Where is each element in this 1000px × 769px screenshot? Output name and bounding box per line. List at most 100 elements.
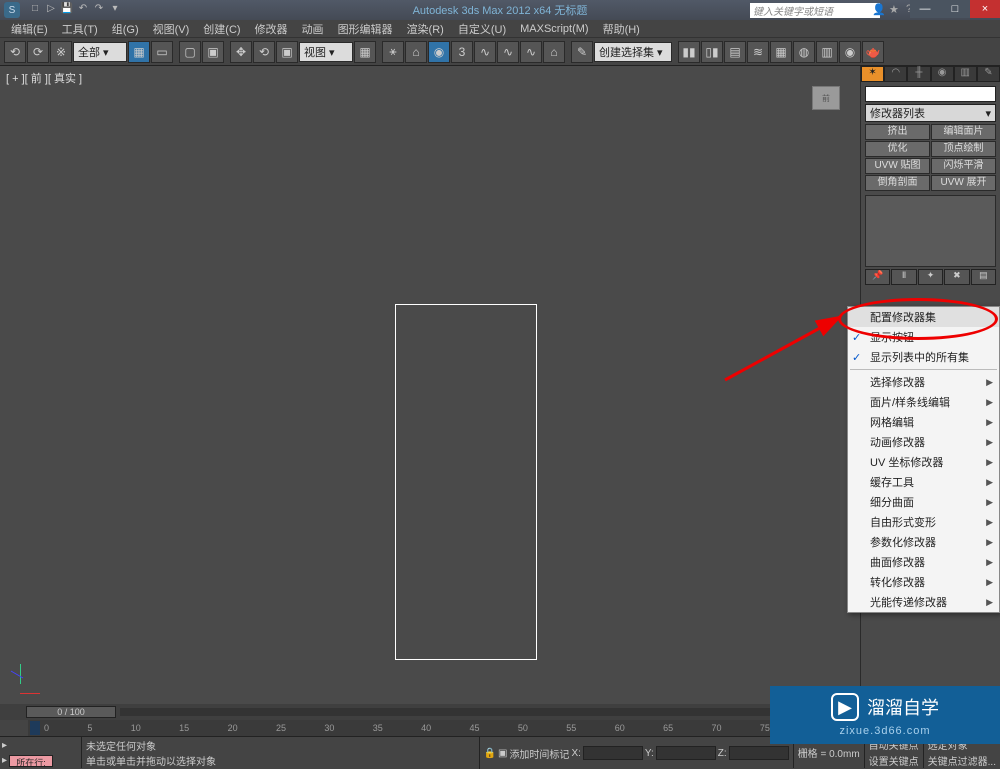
layers-icon[interactable]: ▤ [724,41,746,63]
qat-more-icon[interactable]: ▾ [108,3,122,17]
setkey-button[interactable]: 设置关键点 [869,753,919,768]
render-icon[interactable]: 🫖 [862,41,884,63]
time-slider[interactable]: 0 / 100 [26,706,116,718]
snap-icon[interactable]: ∿ [520,41,542,63]
window-crossing-icon[interactable]: ▣ [202,41,224,63]
qat-new-icon[interactable]: □ [28,3,42,17]
material-editor-icon[interactable]: ◍ [793,41,815,63]
maximize-button[interactable]: □ [940,0,970,18]
menu-tools[interactable]: 工具(T) [55,21,105,37]
link-icon[interactable]: ⟲ [4,41,26,63]
mod-bevelprofile[interactable]: 倒角剖面 [865,175,930,191]
add-time-tag[interactable]: 添加时间标记 [509,746,569,761]
move-icon[interactable]: ✥ [230,41,252,63]
percent-snap-icon[interactable]: ∿ [474,41,496,63]
modifier-stack[interactable] [865,195,996,267]
pivot-icon[interactable]: ▦ [354,41,376,63]
menu-graph[interactable]: 图形编辑器 [331,21,400,37]
configure-sets-icon[interactable]: ▤ [971,269,996,285]
ctx-subdivision[interactable]: 细分曲面▶ [848,492,999,512]
mod-smooth[interactable]: 闪烁平滑 [931,158,996,174]
tab-utilities-icon[interactable]: ✎ [977,66,1000,82]
isolate-icon[interactable]: ▣ [498,748,507,759]
menu-group[interactable]: 组(G) [105,21,146,37]
unlink-icon[interactable]: ⟳ [27,41,49,63]
ctx-radiosity-modifiers[interactable]: 光能传递修改器▶ [848,592,999,612]
ctx-conversion-modifiers[interactable]: 转化修改器▶ [848,572,999,592]
make-unique-icon[interactable]: ✦ [918,269,943,285]
ctx-animation-modifiers[interactable]: 动画修改器▶ [848,432,999,452]
app-icon[interactable]: S [4,2,20,18]
schematic-icon[interactable]: ▦ [770,41,792,63]
menu-maxscript[interactable]: MAXScript(M) [513,23,595,35]
viewcube[interactable]: 前 [812,86,840,110]
select-name-icon[interactable]: ▭ [151,41,173,63]
ctx-freeform[interactable]: 自由形式变形▶ [848,512,999,532]
angle-snap-icon[interactable]: 3 [451,41,473,63]
show-end-icon[interactable]: Ⅱ [891,269,916,285]
menu-help[interactable]: 帮助(H) [596,21,647,37]
scale-icon[interactable]: ▣ [276,41,298,63]
tab-create-icon[interactable]: ✶ [861,66,884,82]
select-object-icon[interactable]: ▦ [128,41,150,63]
qat-save-icon[interactable]: 💾 [60,3,74,17]
mod-editpatch[interactable]: 编辑面片 [931,124,996,140]
y-input[interactable] [656,746,716,760]
x-input[interactable] [583,746,643,760]
mod-uvwmap[interactable]: UVW 贴图 [865,158,930,174]
time-marker[interactable] [30,721,40,735]
rect-select-icon[interactable]: ▢ [179,41,201,63]
bind-icon[interactable]: ※ [50,41,72,63]
menu-customize[interactable]: 自定义(U) [451,21,513,37]
ctx-patch-spline-editing[interactable]: 面片/样条线编辑▶ [848,392,999,412]
favorites-icon[interactable]: ★ [889,3,903,17]
tab-hierarchy-icon[interactable]: ╫ [907,66,930,82]
mod-optimize[interactable]: 优化 [865,141,930,157]
curve-editor-icon[interactable]: ≋ [747,41,769,63]
key-mode-icon[interactable]: ⌂ [405,41,427,63]
menu-render[interactable]: 渲染(R) [400,21,451,37]
viewport-label[interactable]: [ + ][ 前 ][ 真实 ] [6,70,82,86]
tab-modify-icon[interactable]: ◠ [884,66,907,82]
menu-modifiers[interactable]: 修改器 [248,21,295,37]
ctx-show-buttons[interactable]: ✓显示按钮 [848,327,999,347]
prompt-field[interactable]: 所在行: [9,755,53,767]
snap2-icon[interactable]: ⌂ [543,41,565,63]
align-icon[interactable]: ▯▮ [701,41,723,63]
time-ruler[interactable]: 051015 20253035 40455055 60657075 [28,720,774,736]
rotate-icon[interactable]: ⟲ [253,41,275,63]
modifier-list-dropdown[interactable]: 修改器列表▾ [865,104,996,122]
ctx-configure-modifier-sets[interactable]: 配置修改器集 [848,307,999,327]
render-frame-icon[interactable]: ◉ [839,41,861,63]
snap-toggle-icon[interactable]: ◉ [428,41,450,63]
tab-display-icon[interactable]: ▥ [954,66,977,82]
keyfilters-button[interactable]: 关键点过滤器... [928,753,996,768]
menu-edit[interactable]: 编辑(E) [4,21,55,37]
named-selection-set[interactable]: 创建选择集 ▾ [594,42,672,62]
ctx-mesh-editing[interactable]: 网格编辑▶ [848,412,999,432]
mirror-icon[interactable]: ▮▮ [678,41,700,63]
help-search-input[interactable]: 键入关键字或短语 [750,3,880,18]
infocenter-icon[interactable]: 👤 [872,3,886,17]
mod-uvwunwrap[interactable]: UVW 展开 [931,175,996,191]
box-object[interactable] [395,304,537,660]
menu-views[interactable]: 视图(V) [146,21,197,37]
manip-icon[interactable]: ⚹ [382,41,404,63]
ctx-selection-modifiers[interactable]: 选择修改器▶ [848,372,999,392]
ctx-cache-tools[interactable]: 缓存工具▶ [848,472,999,492]
object-color-swatch[interactable] [865,86,996,102]
qat-redo-icon[interactable]: ↷ [92,3,106,17]
qat-open-icon[interactable]: ▷ [44,3,58,17]
pin-stack-icon[interactable]: 📌 [865,269,890,285]
ctx-surface-modifiers[interactable]: 曲面修改器▶ [848,552,999,572]
render-setup-icon[interactable]: ▥ [816,41,838,63]
menu-animation[interactable]: 动画 [295,21,331,37]
qat-undo-icon[interactable]: ↶ [76,3,90,17]
script-mini-listener[interactable]: ▸ ▸所在行: [0,737,82,768]
ctx-show-all-sets[interactable]: ✓显示列表中的所有集 [848,347,999,367]
minimize-button[interactable]: — [910,0,940,18]
lock-selection-icon[interactable]: 🔒 [484,748,496,759]
close-button[interactable]: × [970,0,1000,18]
mod-vertexpaint[interactable]: 顶点绘制 [931,141,996,157]
z-input[interactable] [729,746,789,760]
